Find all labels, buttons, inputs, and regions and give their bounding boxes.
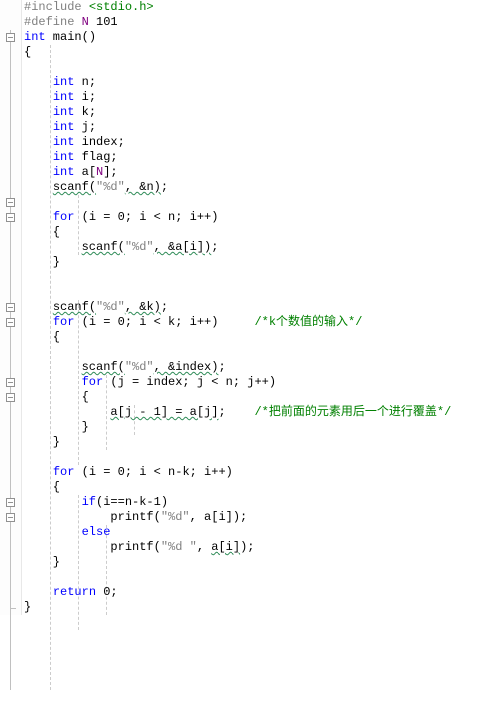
code-line: int index; — [24, 135, 500, 150]
fold-toggle[interactable] — [6, 378, 15, 387]
code-line: scanf("%d", &n); — [24, 180, 500, 195]
code-line: scanf("%d", &index); — [24, 360, 500, 375]
code-line: int flag; — [24, 150, 500, 165]
code-line: #define N 101 — [24, 15, 500, 30]
fold-toggle[interactable] — [6, 33, 15, 42]
code-editor: #include <stdio.h>#define N 101int main(… — [0, 0, 500, 615]
code-line: for (i = 0; i < n; i++) — [24, 210, 500, 225]
code-line — [24, 195, 500, 210]
code-area: #include <stdio.h>#define N 101int main(… — [22, 0, 500, 615]
code-line: else — [24, 525, 500, 540]
code-line — [24, 285, 500, 300]
fold-toggle[interactable] — [6, 393, 15, 402]
fold-toggle[interactable] — [6, 318, 15, 327]
code-line: scanf("%d", &k); — [24, 300, 500, 315]
code-line — [24, 270, 500, 285]
code-line — [24, 450, 500, 465]
code-line: } — [24, 435, 500, 450]
code-line: } — [24, 420, 500, 435]
code-line: for (i = 0; i < k; i++) /*k个数值的输入*/ — [24, 315, 500, 330]
code-line — [24, 60, 500, 75]
code-line: int i; — [24, 90, 500, 105]
code-line — [24, 570, 500, 585]
code-line: a[j - 1] = a[j]; /*把前面的元素用后一个进行覆盖*/ — [24, 405, 500, 420]
code-line: printf("%d", a[i]); — [24, 510, 500, 525]
fold-toggle[interactable] — [6, 303, 15, 312]
code-line: #include <stdio.h> — [24, 0, 500, 15]
code-line: int main() — [24, 30, 500, 45]
code-line: { — [24, 45, 500, 60]
code-line: printf("%d ", a[i]); — [24, 540, 500, 555]
code-line: { — [24, 330, 500, 345]
code-line: int k; — [24, 105, 500, 120]
code-line: scanf("%d", &a[i]); — [24, 240, 500, 255]
gutter — [0, 0, 22, 615]
fold-toggle[interactable] — [6, 513, 15, 522]
code-line: { — [24, 225, 500, 240]
code-line: int n; — [24, 75, 500, 90]
code-line: int a[N]; — [24, 165, 500, 180]
code-line: } — [24, 555, 500, 570]
code-line: } — [24, 600, 500, 615]
code-line: for (j = index; j < n; j++) — [24, 375, 500, 390]
code-line: } — [24, 255, 500, 270]
code-line: if(i==n-k-1) — [24, 495, 500, 510]
code-line: { — [24, 480, 500, 495]
fold-toggle[interactable] — [6, 213, 15, 222]
fold-toggle[interactable] — [6, 498, 15, 507]
code-line: return 0; — [24, 585, 500, 600]
code-line — [24, 345, 500, 360]
code-line: int j; — [24, 120, 500, 135]
code-line: for (i = 0; i < n-k; i++) — [24, 465, 500, 480]
fold-toggle[interactable] — [6, 198, 15, 207]
code-line: { — [24, 390, 500, 405]
